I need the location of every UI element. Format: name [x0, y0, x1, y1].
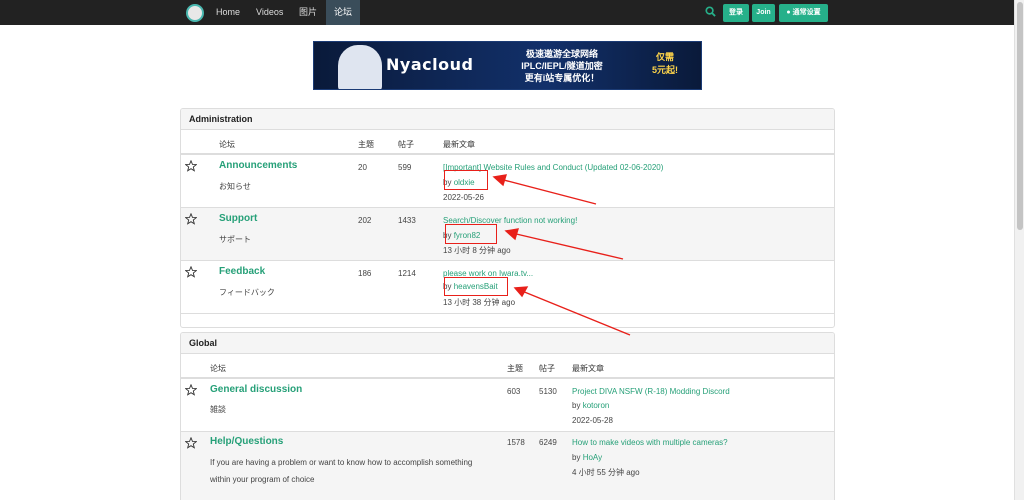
globe-icon: ● [786, 9, 791, 16]
banner-price-line-1: 仅需 [655, 52, 674, 62]
forum-row-support: Support サポート 202 1433 Search/Discover fu… [181, 208, 834, 261]
banner-price: 仅需 5元起! [640, 51, 690, 77]
latest-post-time: 13 小时 8 分钟 ago [443, 246, 511, 255]
table-header: 论坛 主题 帖子 最新文章 [181, 354, 834, 379]
banner-price-line-2: 5元起! [651, 65, 678, 75]
forum-title-link[interactable]: Help/Questions [210, 436, 283, 447]
post-count: 1214 [398, 269, 416, 278]
latest-post-author: by HoAy [572, 453, 602, 462]
column-latest: 最新文章 [443, 140, 475, 149]
annotation-box [444, 170, 488, 190]
settings-label: 通常设置 [792, 9, 821, 16]
join-button[interactable]: Join [752, 4, 775, 22]
annotation-box [444, 277, 508, 296]
site-logo-icon[interactable] [186, 4, 204, 22]
banner-line-2: IPLC/IEPL/隧道加密 [521, 61, 603, 71]
topic-count: 20 [358, 163, 367, 172]
by-label: by [572, 401, 581, 410]
latest-post-link[interactable]: Project DIVA NSFW (R-18) Modding Discord [572, 387, 730, 396]
settings-button[interactable]: ● 通常设置 [779, 4, 828, 22]
section-title: Administration [181, 109, 834, 130]
forum-row-help-questions: Help/Questions If you are having a probl… [181, 432, 834, 500]
nav-videos[interactable]: Videos [256, 0, 283, 25]
banner-tagline: 极速遨游全球网络 IPLC/IEPL/隧道加密 更有i站专属优化！ [492, 48, 632, 84]
banner-character-image [338, 45, 382, 89]
topic-count: 1578 [507, 438, 525, 447]
author-link[interactable]: HoAy [583, 453, 602, 462]
star-icon[interactable] [185, 213, 197, 225]
forum-title-link[interactable]: Announcements [219, 160, 297, 171]
forum-title-link[interactable]: General discussion [210, 384, 302, 395]
top-navbar: Home Videos 图片 论坛 登录 Join ● 通常设置 [0, 0, 1014, 25]
latest-post-time: 2022-05-26 [443, 193, 484, 202]
forum-description: フィードバック [219, 288, 275, 297]
post-count: 599 [398, 163, 412, 172]
topic-count: 202 [358, 216, 372, 225]
forum-title-link[interactable]: Support [219, 213, 257, 224]
page-scrollbar[interactable] [1014, 0, 1024, 500]
annotation-box [445, 224, 497, 244]
nav-home[interactable]: Home [216, 0, 240, 25]
latest-post-time: 13 小时 38 分钟 ago [443, 298, 516, 307]
login-button[interactable]: 登录 [723, 4, 749, 22]
ad-banner[interactable]: Nyacloud 极速遨游全球网络 IPLC/IEPL/隧道加密 更有i站专属优… [313, 41, 702, 90]
forum-description: お知らせ [219, 182, 251, 191]
topic-count: 186 [358, 269, 372, 278]
nav-images[interactable]: 图片 [299, 0, 317, 25]
forum-description: サポート [219, 235, 251, 244]
column-topics: 主题 [358, 140, 374, 149]
nav-forum[interactable]: 论坛 [326, 0, 361, 25]
column-topics: 主题 [507, 364, 523, 373]
column-forum: 论坛 [210, 364, 226, 373]
forum-title-link[interactable]: Feedback [219, 266, 265, 277]
latest-post-link[interactable]: How to make videos with multiple cameras… [572, 438, 728, 447]
forum-section-global: Global 论坛 主题 帖子 最新文章 General discussion … [180, 332, 835, 500]
banner-line-1: 极速遨游全球网络 [525, 49, 598, 59]
latest-post-time: 2022-05-28 [572, 416, 613, 425]
post-count: 6249 [539, 438, 557, 447]
banner-title: Nyacloud [386, 55, 474, 74]
star-icon[interactable] [185, 437, 197, 449]
banner-line-3: 更有i站专属优化！ [524, 73, 600, 83]
column-posts: 帖子 [398, 140, 414, 149]
forum-row-announcements: Announcements お知らせ 20 599 [Important] We… [181, 155, 834, 208]
forum-description: If you are having a problem or want to k… [210, 458, 473, 484]
post-count: 1433 [398, 216, 416, 225]
search-icon[interactable] [705, 6, 716, 17]
star-icon[interactable] [185, 160, 197, 172]
topic-count: 603 [507, 387, 521, 396]
scrollbar-thumb[interactable] [1017, 2, 1023, 230]
star-icon[interactable] [185, 384, 197, 396]
column-forum: 论坛 [219, 140, 235, 149]
author-link[interactable]: kotoron [583, 401, 610, 410]
latest-post-author: by kotoron [572, 401, 609, 410]
latest-post-time: 4 小时 55 分钟 ago [572, 468, 640, 477]
column-posts: 帖子 [539, 364, 555, 373]
star-icon[interactable] [185, 266, 197, 278]
table-header: 论坛 主题 帖子 最新文章 [181, 130, 834, 155]
forum-description: 雑談 [210, 405, 226, 414]
post-count: 5130 [539, 387, 557, 396]
column-latest: 最新文章 [572, 364, 604, 373]
by-label: by [572, 453, 581, 462]
forum-row-general-discussion: General discussion 雑談 603 5130 Project D… [181, 379, 834, 432]
section-title: Global [181, 333, 834, 354]
